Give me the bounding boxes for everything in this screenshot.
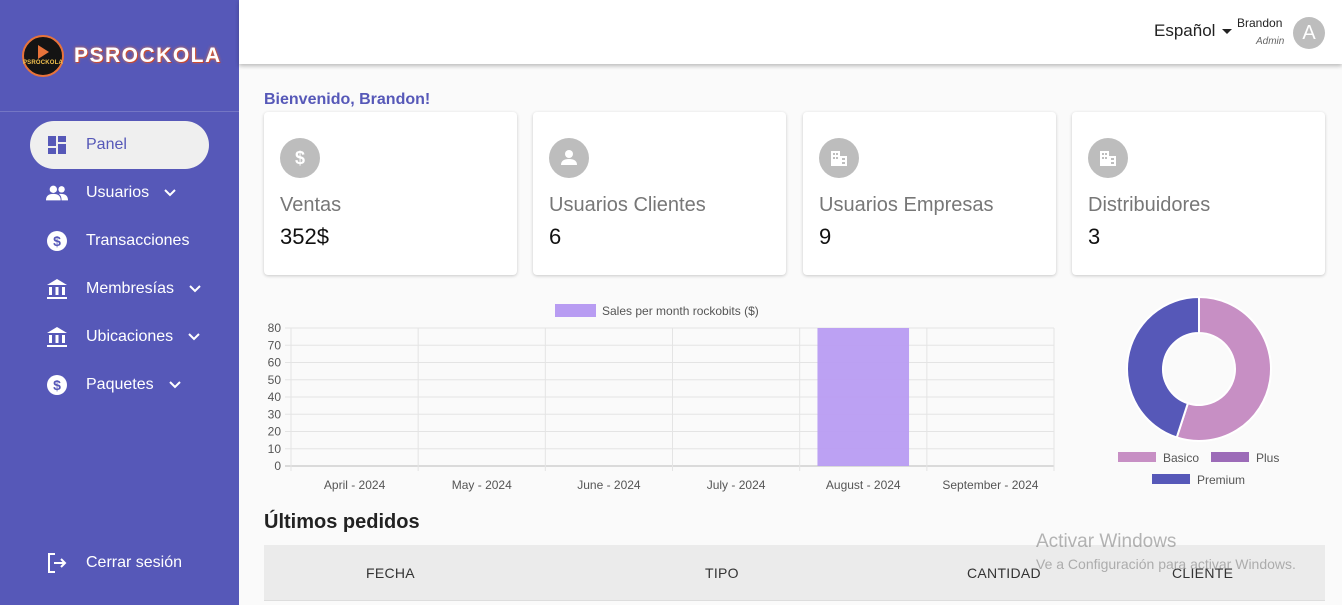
welcome-message: Bienvenido, Brandon! (264, 91, 431, 108)
y-tick-label: 30 (268, 407, 282, 421)
sidebar-item-ubicaciones[interactable]: Ubicaciones (30, 313, 209, 361)
card-value: 6 (549, 224, 562, 249)
brand[interactable]: PSROCKOLA PSROCKOLA (0, 0, 239, 112)
column-header-cantidad[interactable]: CANTIDAD (967, 565, 1041, 581)
legend-label: Basico (1163, 451, 1199, 465)
stat-card-distribuidores: Distribuidores 3 (1072, 112, 1325, 275)
sidebar: PSROCKOLA PSROCKOLA Panel Usuarios $ Tra… (0, 0, 239, 605)
x-tick-label: May - 2024 (452, 478, 512, 492)
user-role: Admin (1256, 36, 1285, 47)
sidebar-item-paquetes[interactable]: $ Paquetes (30, 361, 209, 409)
brand-logo: PSROCKOLA (22, 34, 64, 77)
caret-down-icon (1222, 28, 1233, 34)
sidebar-item-label: Transacciones (86, 232, 190, 249)
stat-card-usuarios-clientes: Usuarios Clientes 6 (533, 112, 786, 275)
orders-title: Últimos pedidos (264, 511, 420, 533)
user-name: Brandon (1237, 16, 1283, 30)
legend-swatch (555, 304, 596, 317)
card-value: 3 (1088, 224, 1101, 249)
people-icon (46, 182, 68, 204)
x-tick-label: September - 2024 (942, 478, 1038, 492)
avatar[interactable]: A (1293, 17, 1325, 49)
x-tick-label: July - 2024 (707, 478, 766, 492)
legend-swatch (1118, 452, 1156, 462)
person-icon (549, 138, 589, 178)
y-tick-label: 80 (268, 321, 282, 335)
building-icon (819, 138, 859, 178)
sidebar-item-label: Panel (86, 136, 127, 153)
sidebar-item-label: Ubicaciones (86, 328, 174, 345)
building-icon (1088, 138, 1128, 178)
svg-text:$: $ (295, 148, 305, 168)
y-tick-label: 0 (274, 459, 281, 473)
chevron-down-icon[interactable] (188, 282, 202, 296)
dollar-icon: $ (46, 374, 68, 396)
windows-watermark-subtitle: Ve a Configuración para activar Windows. (1036, 556, 1296, 572)
dollar-icon: $ (46, 230, 68, 252)
chevron-down-icon[interactable] (168, 378, 182, 392)
y-tick-label: 40 (268, 390, 282, 404)
stat-card-ventas: $ Ventas 352$ (264, 112, 517, 275)
sidebar-item-membresias[interactable]: Membresías (30, 265, 209, 313)
x-tick-label: June - 2024 (577, 478, 641, 492)
card-title: Distribuidores (1088, 194, 1211, 216)
legend-swatch (1211, 452, 1249, 462)
column-header-tipo[interactable]: TIPO (705, 565, 739, 581)
language-select[interactable]: Español (1154, 21, 1233, 41)
bar (817, 328, 910, 466)
sidebar-item-usuarios[interactable]: Usuarios (30, 169, 209, 217)
card-title: Usuarios Empresas (819, 194, 994, 216)
y-tick-label: 20 (268, 425, 282, 439)
top-bar: Español Brandon Admin A (239, 0, 1342, 64)
stat-card-usuarios-empresas: Usuarios Empresas 9 (803, 112, 1056, 275)
legend-label: Sales per month rockobits ($) (602, 304, 759, 318)
bar-chart-svg: Sales per month rockobits ($) 0 10 20 30 40 50… (268, 304, 1055, 492)
sidebar-item-transacciones[interactable]: $ Transacciones (30, 217, 209, 265)
y-tick-label: 10 (268, 442, 282, 456)
chevron-down-icon[interactable] (163, 186, 177, 200)
sidebar-item-label: Paquetes (86, 376, 154, 393)
svg-text:$: $ (53, 233, 61, 249)
dollar-icon: $ (280, 138, 320, 178)
y-tick-label: 70 (268, 338, 282, 352)
sidebar-item-label: Membresías (86, 280, 175, 297)
sales-bar-chart: Sales per month rockobits ($) 0 10 20 30 40 50… (262, 298, 1062, 498)
legend-swatch (1152, 474, 1190, 484)
x-tick-label: April - 2024 (324, 478, 386, 492)
card-title: Usuarios Clientes (549, 194, 706, 216)
sidebar-item-panel[interactable]: Panel (30, 121, 209, 169)
windows-watermark-title: Activar Windows (1036, 531, 1177, 552)
card-value: 9 (819, 224, 832, 249)
legend-label: Plus (1256, 451, 1279, 465)
donut-chart-svg: Basico Plus Premium (1118, 295, 1279, 487)
logout-label: Cerrar sesión (86, 554, 183, 571)
bank-icon (46, 278, 68, 300)
plan-donut-chart: Basico Plus Premium (1110, 292, 1290, 492)
logout-icon (46, 552, 68, 574)
dashboard-icon (46, 134, 68, 156)
logout-button[interactable]: Cerrar sesión (30, 539, 209, 587)
sidebar-item-label: Usuarios (86, 184, 150, 201)
column-header-fecha[interactable]: FECHA (366, 565, 415, 581)
chevron-down-icon[interactable] (187, 330, 201, 344)
bank-icon (46, 326, 68, 348)
card-title: Ventas (280, 194, 342, 216)
x-tick-label: August - 2024 (826, 478, 901, 492)
language-label: Español (1154, 21, 1216, 40)
card-value: 352$ (280, 224, 329, 249)
y-tick-label: 60 (268, 356, 282, 370)
legend-label: Premium (1197, 473, 1245, 487)
y-tick-label: 50 (268, 373, 282, 387)
brand-name: PSROCKOLA (74, 43, 222, 67)
svg-text:$: $ (53, 377, 61, 393)
orders-table-header: FECHA TIPO CANTIDAD CLIENTE (264, 545, 1325, 601)
